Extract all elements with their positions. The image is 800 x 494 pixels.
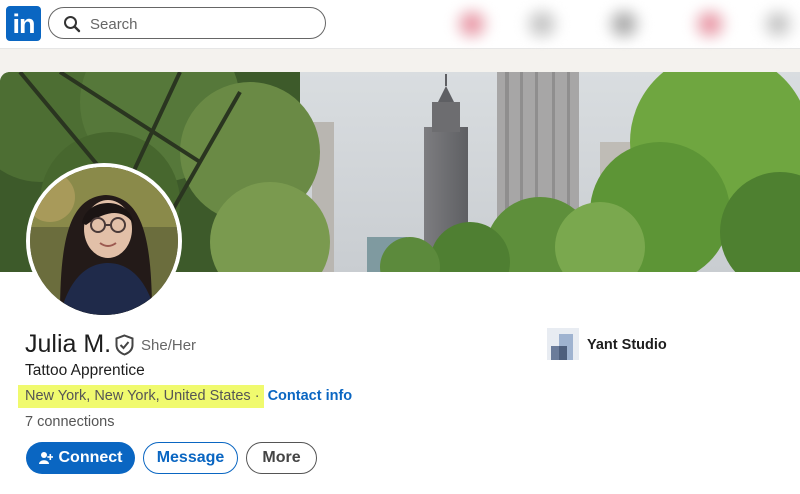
profile-location: New York, New York, United States ·	[18, 385, 264, 408]
search-icon	[64, 16, 81, 33]
connections-count[interactable]: 7 connections	[25, 414, 114, 430]
verified-shield-icon[interactable]	[114, 334, 135, 356]
more-button[interactable]: More	[246, 442, 317, 474]
nav-item-home[interactable]	[450, 6, 494, 42]
nav-item-jobs[interactable]	[602, 6, 646, 42]
nav-item-messaging[interactable]	[688, 6, 732, 42]
message-button[interactable]: Message	[143, 442, 238, 474]
top-navigation: in	[0, 0, 800, 49]
search-box[interactable]	[48, 7, 326, 39]
message-label: Message	[156, 449, 225, 466]
company-name[interactable]: Yant Studio	[587, 337, 667, 353]
linkedin-logo[interactable]: in	[6, 6, 41, 41]
profile-photo	[30, 167, 178, 315]
nav-item-network[interactable]	[520, 6, 564, 42]
connect-label: Connect	[58, 449, 123, 466]
location-row: New York, New York, United States · Conta…	[18, 385, 352, 411]
profile-name: Julia M.	[25, 330, 112, 358]
add-person-icon	[38, 452, 53, 464]
pronouns: She/Her	[141, 337, 197, 354]
contact-info-link[interactable]: Contact info	[268, 388, 353, 404]
profile-card: Julia M. She/Her Tattoo Apprentice New Y…	[0, 72, 800, 494]
connect-button[interactable]: Connect	[26, 442, 135, 474]
more-label: More	[262, 449, 301, 466]
profile-headline: Tattoo Apprentice	[25, 362, 145, 379]
search-input[interactable]	[88, 12, 320, 36]
nav-item-notifications[interactable]	[756, 6, 800, 42]
profile-avatar[interactable]	[26, 163, 182, 319]
company-logo[interactable]	[547, 328, 579, 360]
